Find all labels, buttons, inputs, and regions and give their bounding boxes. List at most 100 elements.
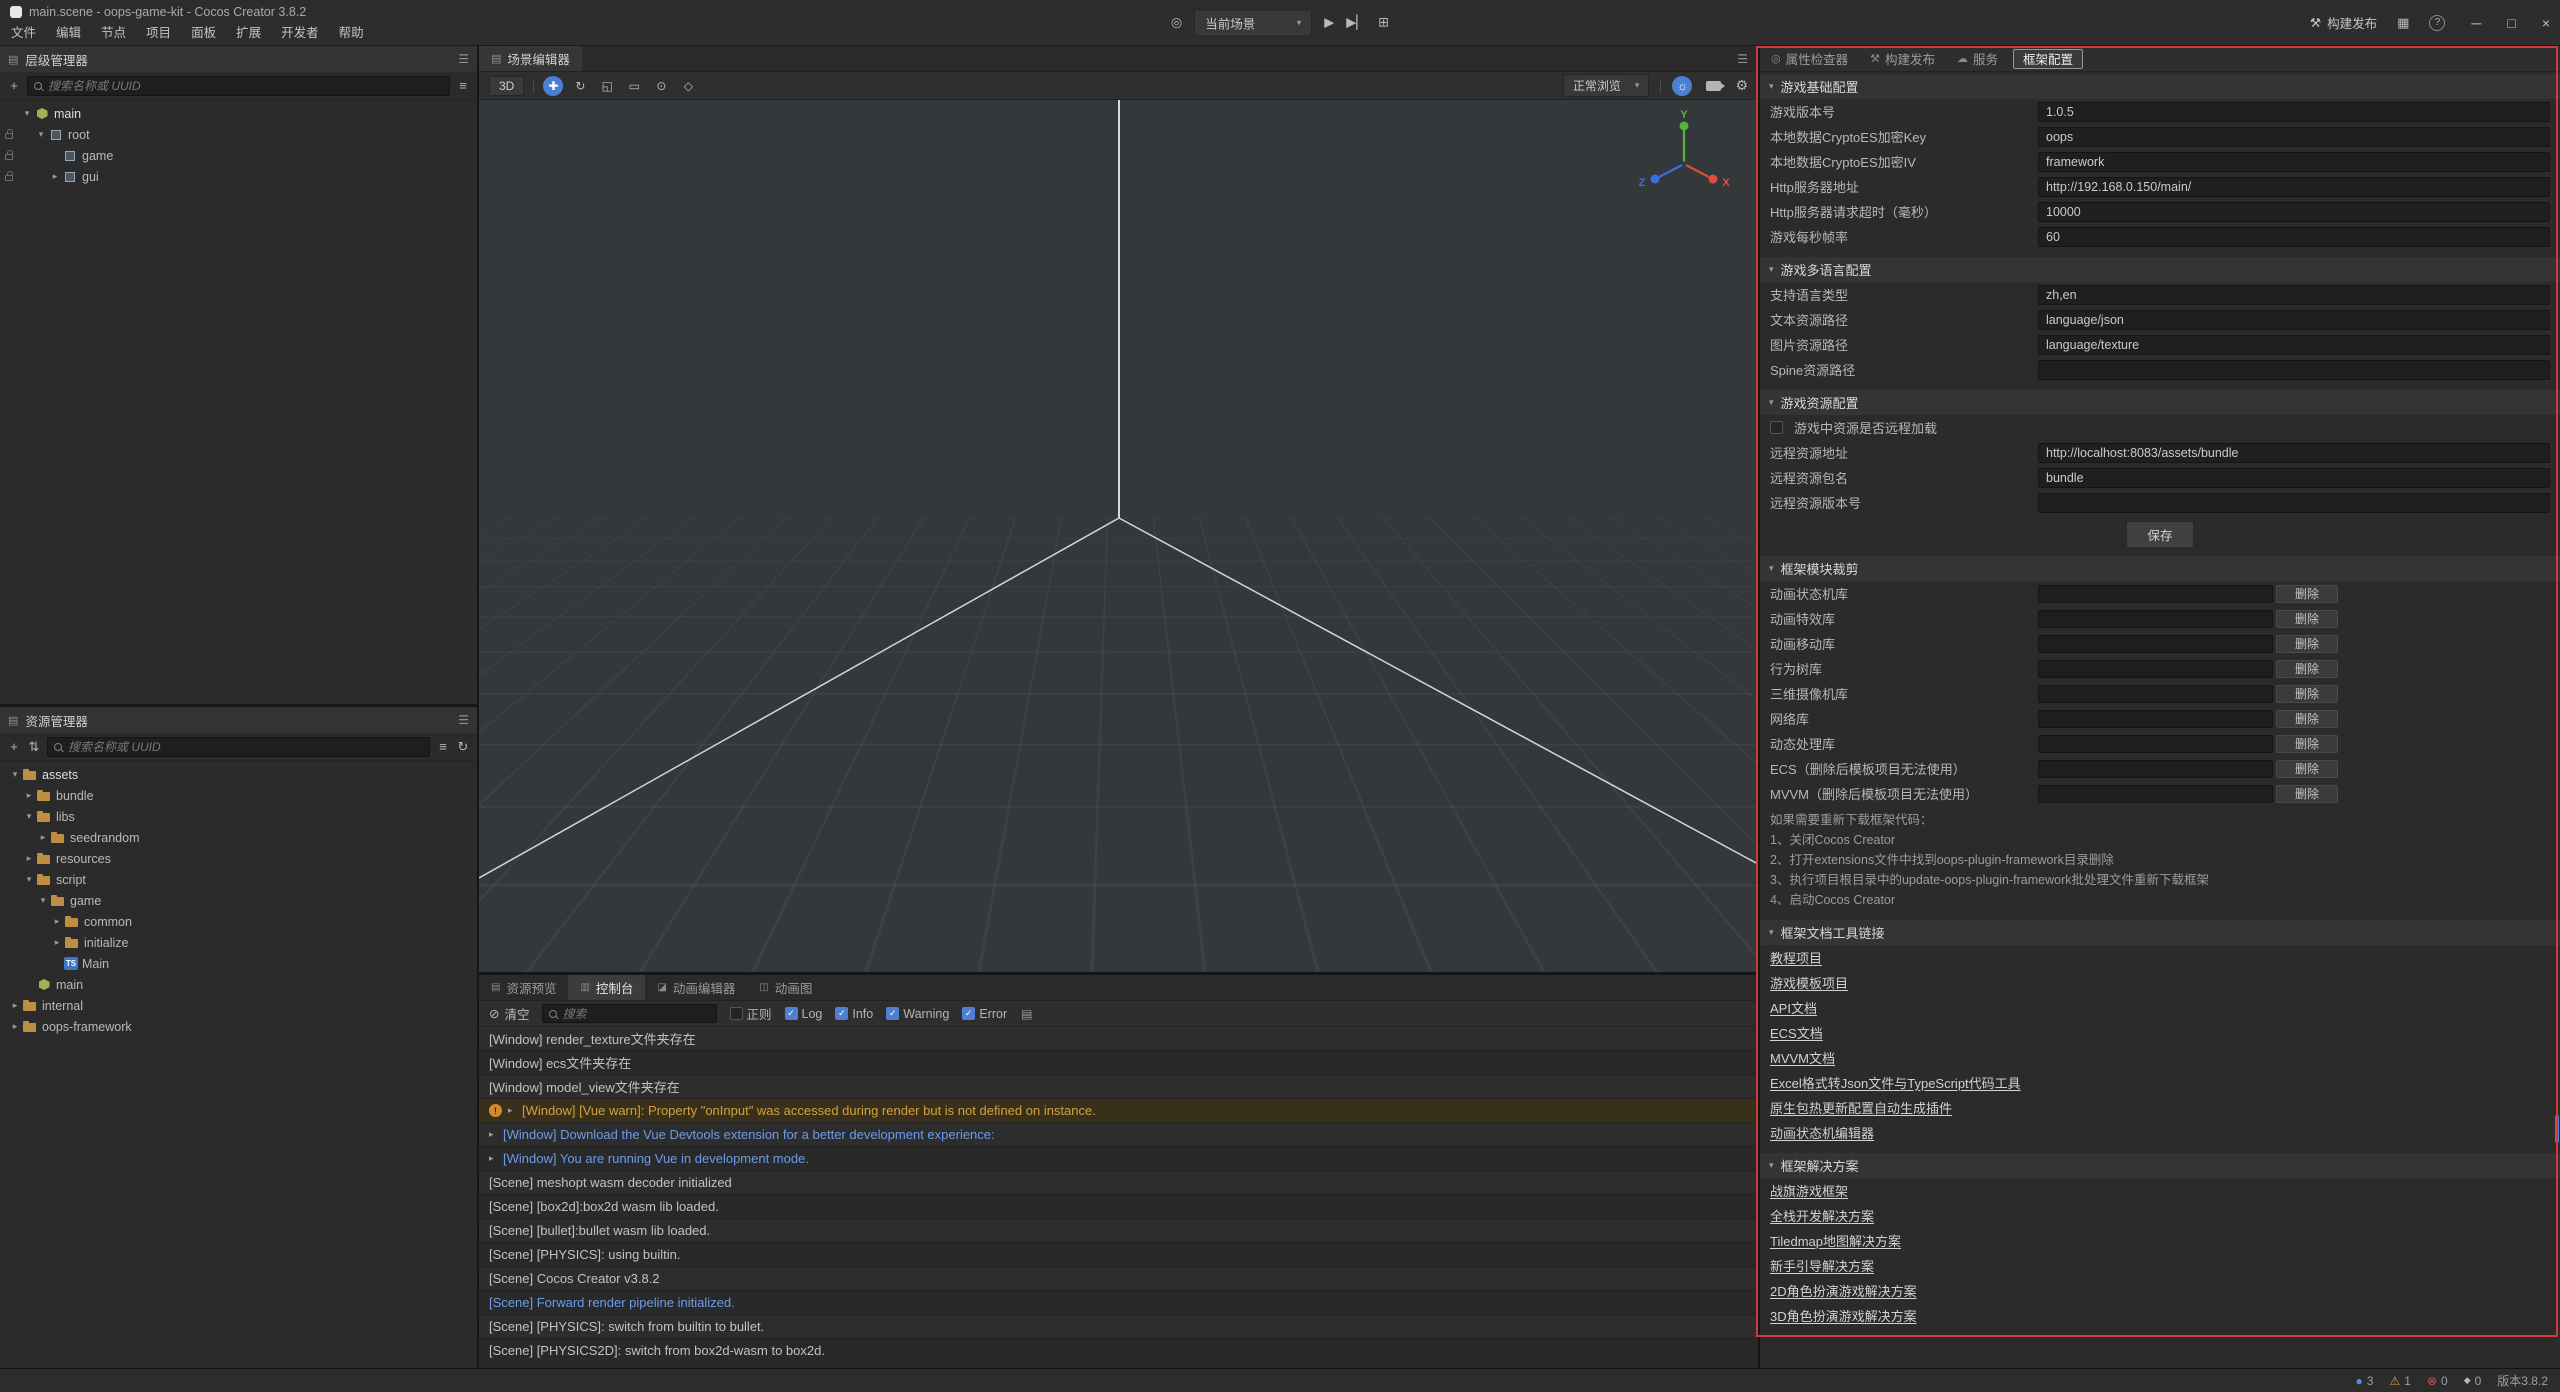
config-input[interactable]: http://localhost:8083/assets/bundle xyxy=(2038,443,2550,463)
scene-tool-button[interactable]: ⊙ xyxy=(651,76,671,96)
asset-row[interactable]: initialize xyxy=(0,932,477,953)
config-input[interactable]: 10000 xyxy=(2038,202,2550,222)
module-delete-button[interactable]: 删除 xyxy=(2276,585,2338,603)
save-button[interactable]: 保存 xyxy=(2126,521,2193,548)
module-delete-button[interactable]: 删除 xyxy=(2276,735,2338,753)
asset-row[interactable]: game xyxy=(0,890,477,911)
log-row[interactable]: ! [Scene] Forward render pipeline initia… xyxy=(479,1291,1758,1315)
module-delete-button[interactable]: 删除 xyxy=(2276,685,2338,703)
scene-tool-button[interactable]: ◱ xyxy=(597,76,617,96)
config-input[interactable]: framework xyxy=(2038,152,2550,172)
build-publish-button[interactable]: ⚒ 构建发布 xyxy=(2310,13,2377,32)
doc-link[interactable]: 原生包热更新配置自动生成插件 xyxy=(1770,1098,1952,1117)
solution-link[interactable]: Tiledmap地图解决方案 xyxy=(1770,1231,1901,1250)
expand-arrow-icon[interactable] xyxy=(22,874,36,885)
minimize-button[interactable]: ─ xyxy=(2471,15,2481,31)
asset-row[interactable]: bundle xyxy=(0,785,477,806)
remote-load-checkbox[interactable] xyxy=(1770,421,1783,434)
expand-arrow-icon[interactable] xyxy=(22,790,36,801)
asset-row[interactable]: script xyxy=(0,869,477,890)
asset-row[interactable]: TS Main xyxy=(0,953,477,974)
layout-icon[interactable]: ▦ xyxy=(2397,15,2409,31)
step-frame-button[interactable]: ▶▏ xyxy=(1346,15,1366,31)
asset-row[interactable]: resources xyxy=(0,848,477,869)
asset-row[interactable]: common xyxy=(0,911,477,932)
sort-icon[interactable]: ⇅ xyxy=(27,739,41,755)
log-filter-checkbox[interactable]: Info xyxy=(835,1007,873,1021)
menu-item[interactable]: 文件 xyxy=(2,21,45,42)
log-row[interactable]: ! [Window] model_view文件夹存在 xyxy=(479,1075,1758,1099)
asset-row[interactable]: internal xyxy=(0,995,477,1016)
config-input[interactable]: zh,en xyxy=(2038,285,2550,305)
config-input[interactable]: language/json xyxy=(2038,310,2550,330)
log-row[interactable]: ! [Scene] [bullet]:bullet wasm lib loade… xyxy=(479,1219,1758,1243)
asset-row[interactable]: seedrandom xyxy=(0,827,477,848)
log-row[interactable]: ! [Window] Download the Vue Devtools ext… xyxy=(479,1123,1758,1147)
config-input[interactable] xyxy=(2038,360,2550,380)
axis-gizmo[interactable]: Y X Z xyxy=(1634,108,1734,208)
preview-device-icon[interactable]: ◎ xyxy=(1171,15,1182,31)
log-filter-checkbox[interactable]: Error xyxy=(962,1007,1007,1021)
solution-link[interactable]: 新手引导解决方案 xyxy=(1770,1256,1874,1275)
asset-row[interactable]: assets xyxy=(0,764,477,785)
expand-arrow-icon[interactable] xyxy=(48,171,62,182)
config-input[interactable]: oops xyxy=(2038,127,2550,147)
expand-arrow-icon[interactable] xyxy=(34,129,48,140)
expand-arrow-icon[interactable] xyxy=(22,811,36,822)
expand-arrow-icon[interactable] xyxy=(508,1105,522,1116)
log-row[interactable]: ! [Window] [Vue warn]: Property "onInput… xyxy=(479,1099,1758,1123)
log-row[interactable]: ! [Scene] meshopt wasm decoder initializ… xyxy=(479,1171,1758,1195)
panel-tab[interactable]: ☁ 服务 xyxy=(1946,46,2009,71)
doc-link[interactable]: API文档 xyxy=(1770,998,1817,1017)
scene-viewport[interactable]: Y X Z xyxy=(479,100,1758,972)
lock-icon[interactable] xyxy=(0,172,18,181)
log-row[interactable]: ! [Scene] [box2d]:box2d wasm lib loaded. xyxy=(479,1195,1758,1219)
assert-count-badge[interactable]: ◆ 0 xyxy=(2464,1374,2482,1388)
export-log-icon[interactable]: ▤ xyxy=(1021,1007,1032,1021)
maximize-button[interactable]: □ xyxy=(2507,15,2515,31)
log-row[interactable]: ! [Scene] [PHYSICS]: switch from builtin… xyxy=(479,1315,1758,1339)
section-language-config[interactable]: 游戏多语言配置 xyxy=(1760,257,2560,282)
clear-console-button[interactable]: ⊘ 清空 xyxy=(489,1004,530,1023)
tree-node-row[interactable]: gui xyxy=(0,166,477,187)
log-row[interactable]: ! [Window] You are running Vue in develo… xyxy=(479,1147,1758,1171)
mode-3d-toggle[interactable]: 3D xyxy=(489,76,524,96)
tree-node-row[interactable]: root xyxy=(0,124,477,145)
asset-row[interactable]: oops-framework xyxy=(0,1016,477,1037)
console-tab[interactable]: ▥ 控制台 xyxy=(568,975,645,1000)
module-delete-button[interactable]: 删除 xyxy=(2276,760,2338,778)
asset-row[interactable]: main xyxy=(0,974,477,995)
lock-icon[interactable] xyxy=(0,130,18,139)
console-tab[interactable]: ◪ 动画编辑器 xyxy=(645,975,747,1000)
expand-arrow-icon[interactable] xyxy=(50,937,64,948)
add-asset-button[interactable]: + xyxy=(7,739,21,754)
close-button[interactable]: × xyxy=(2542,15,2550,31)
config-input[interactable]: 60 xyxy=(2038,227,2550,247)
module-delete-button[interactable]: 删除 xyxy=(2276,610,2338,628)
panel-menu-icon[interactable]: ☰ xyxy=(1737,52,1758,66)
scene-light-toggle[interactable]: ☼ xyxy=(1672,76,1692,96)
log-filter-checkbox[interactable]: Log xyxy=(785,1007,823,1021)
scene-selector-dropdown[interactable]: 当前场景 ▾ xyxy=(1194,9,1312,36)
gear-icon[interactable]: ⚙ xyxy=(1735,77,1748,94)
refresh-icon[interactable]: ↻ xyxy=(456,739,470,755)
menu-item[interactable]: 项目 xyxy=(137,21,180,42)
help-icon[interactable]: ? xyxy=(2429,15,2445,31)
preview-grid-button[interactable]: ⊞ xyxy=(1378,15,1389,31)
console-tab[interactable]: ◫ 动画图 xyxy=(747,975,824,1000)
lock-icon[interactable] xyxy=(0,151,18,160)
filter-icon[interactable]: ≡ xyxy=(456,78,470,93)
expand-arrow-icon[interactable] xyxy=(8,1000,22,1011)
expand-arrow-icon[interactable] xyxy=(36,832,50,843)
add-node-button[interactable]: + xyxy=(7,78,21,93)
panel-tab[interactable]: ⚒ 构建发布 xyxy=(1859,46,1946,71)
config-input[interactable]: 1.0.5 xyxy=(2038,102,2550,122)
warning-count-badge[interactable]: ⚠ 1 xyxy=(2389,1374,2410,1388)
expand-arrow-icon[interactable] xyxy=(489,1153,503,1164)
config-input[interactable] xyxy=(2038,493,2550,513)
module-delete-button[interactable]: 删除 xyxy=(2276,660,2338,678)
panel-tab[interactable]: 框架配置 xyxy=(2013,49,2083,69)
module-delete-button[interactable]: 删除 xyxy=(2276,785,2338,803)
solution-link[interactable]: 战旗游戏框架 xyxy=(1770,1181,1848,1200)
scrollbar-thumb[interactable] xyxy=(2555,1115,2559,1143)
